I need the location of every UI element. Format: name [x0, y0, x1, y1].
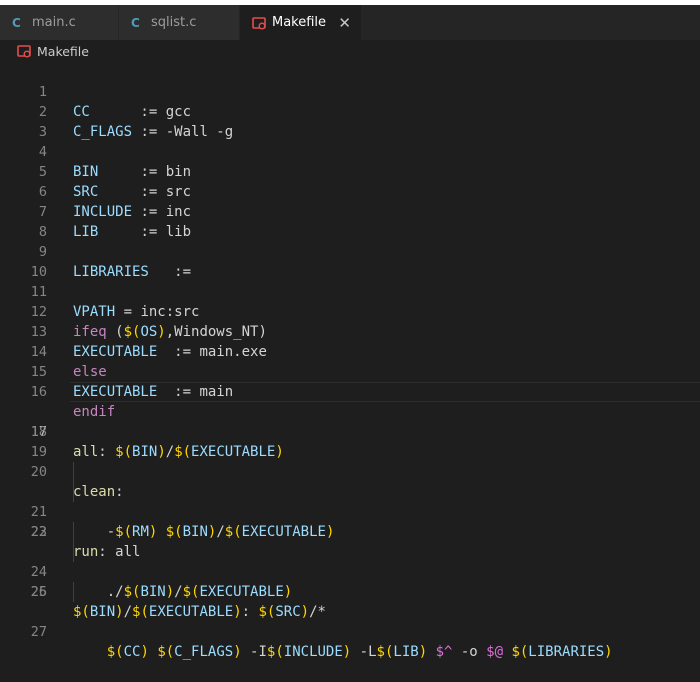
breadcrumb-file[interactable]: Makefile	[37, 44, 89, 59]
code-line: 15 EXECUTABLE := main	[0, 342, 700, 400]
code-line: 3	[0, 102, 700, 140]
token: C_FLAGS	[174, 644, 234, 660]
token: LIBRARIES	[528, 644, 605, 660]
token: LIB	[393, 644, 419, 660]
token: $^	[435, 644, 453, 660]
makefile-icon	[17, 45, 31, 58]
code-line: 6 INCLUDE := inc	[0, 162, 700, 220]
code-line: 25	[0, 542, 700, 600]
code-line: 4 BIN := bin	[0, 122, 700, 180]
code-line: 5 SRC := src	[0, 142, 700, 200]
current-line-highlight	[70, 382, 700, 402]
line-number: 27	[30, 624, 47, 640]
tab-label: Makefile	[272, 15, 327, 30]
indent-guide	[73, 522, 74, 542]
breadcrumb: Makefile	[0, 40, 700, 62]
code-line: 27 $(CC) $(C_FLAGS) -I$(INCLUDE) -L$(LIB…	[0, 582, 700, 660]
code-line: 13 EXECUTABLE := main.exe	[0, 302, 700, 360]
token: $(	[258, 604, 276, 620]
tab-label: main.c	[32, 15, 76, 30]
code-line: 19	[0, 422, 700, 460]
token: -I	[241, 644, 267, 660]
code-line: 10	[0, 242, 700, 280]
code-line: 9 LIBRARIES :=	[0, 222, 700, 280]
close-icon[interactable]: ✕	[338, 14, 351, 32]
code-line: 11 VPATH = inc:src	[0, 262, 700, 320]
token: )	[115, 604, 124, 620]
indent-guide	[73, 582, 74, 602]
token: )	[233, 644, 242, 660]
code-line: 20 clean:	[0, 442, 700, 500]
code-line: 23 run: all	[0, 502, 700, 560]
code-line: 26 $(BIN)/$(EXECUTABLE): $(SRC)/*	[0, 562, 700, 620]
code-line: 2 C_FLAGS := -Wall -g	[0, 82, 700, 140]
token: -o	[452, 644, 487, 660]
tab-label: sqlist.c	[151, 15, 197, 30]
token: $(	[132, 604, 149, 620]
token: $(	[266, 644, 284, 660]
token: )	[604, 644, 613, 660]
token: $(	[376, 644, 394, 660]
token: )	[418, 644, 428, 660]
tab-bar: C main.c C sqlist.c Makefile ✕	[0, 5, 700, 40]
token: :	[241, 604, 259, 620]
current-line[interactable]: 17	[0, 382, 700, 440]
code-line: 18 all: $(BIN)/$(EXECUTABLE)	[0, 402, 700, 460]
token: $(	[73, 604, 90, 620]
token: /*	[309, 604, 326, 620]
token: )	[342, 644, 352, 660]
code-line: 14 else	[0, 322, 700, 380]
token: )	[140, 644, 149, 660]
c-file-icon: C	[12, 15, 21, 30]
token: $(	[511, 644, 529, 660]
token: )	[233, 604, 242, 620]
token: /	[123, 604, 133, 620]
token: $(	[106, 644, 124, 660]
token: EXECUTABLE	[148, 604, 234, 620]
indent-guide	[73, 482, 74, 502]
code-editor[interactable]: 1 CC := gcc 2 C_FLAGS := -Wall -g 3 4 BI…	[0, 62, 700, 660]
token: SRC	[275, 604, 301, 620]
code-line: 7 LIB := lib	[0, 182, 700, 240]
c-file-icon: C	[131, 15, 140, 30]
tab-makefile[interactable]: Makefile ✕	[240, 5, 362, 40]
code-line: 1 CC := gcc	[0, 62, 700, 120]
token: -L	[351, 644, 377, 660]
indent-guide	[73, 542, 74, 562]
code-line: 21 -$(RM) $(BIN)/$(EXECUTABLE)	[0, 462, 700, 540]
tab-main-c[interactable]: C main.c	[0, 5, 119, 40]
tab-sqlist-c[interactable]: C sqlist.c	[119, 5, 240, 40]
token: $(	[157, 644, 175, 660]
token: BIN	[89, 604, 116, 620]
token: CC	[123, 644, 141, 660]
token: $@	[486, 644, 503, 660]
token: INCLUDE	[283, 644, 343, 660]
makefile-icon	[252, 16, 266, 29]
indent-guide	[73, 462, 74, 482]
code-line: 16 endif	[0, 362, 700, 420]
code-line: 24 ./$(BIN)/$(EXECUTABLE)	[0, 522, 700, 600]
code-line: 8	[0, 202, 700, 240]
token: )	[300, 604, 310, 620]
code-line: 22	[0, 482, 700, 540]
code-line: 12 ifeq ($(OS),Windows_NT)	[0, 282, 700, 340]
